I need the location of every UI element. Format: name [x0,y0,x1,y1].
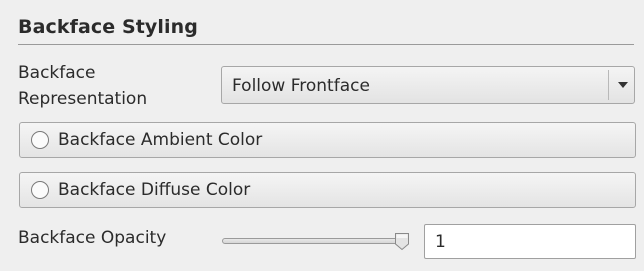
dropdown-separator [608,70,609,100]
backface-opacity-value: 1 [435,232,446,252]
backface-diffuse-color-label: Backface Diffuse Color [58,180,251,200]
backface-opacity-label: Backface Opacity [18,228,167,248]
section-divider [18,44,634,45]
backface-representation-select[interactable]: Follow Frontface [221,66,635,104]
backface-ambient-color-label: Backface Ambient Color [58,130,263,150]
backface-opacity-slider[interactable] [222,232,412,252]
slider-handle[interactable] [394,232,410,251]
color-swatch-radio-icon [31,181,49,199]
chevron-down-icon[interactable] [618,82,628,88]
backface-styling-panel: Backface Styling Backface Representation… [0,0,644,271]
backface-opacity-input[interactable]: 1 [424,224,636,259]
slider-groove [222,238,404,244]
backface-representation-label: Backface Representation [18,63,148,109]
backface-diffuse-color-button[interactable]: Backface Diffuse Color [19,172,636,208]
section-title: Backface Styling [18,16,198,38]
color-swatch-radio-icon [31,131,49,149]
backface-ambient-color-button[interactable]: Backface Ambient Color [19,122,636,158]
backface-representation-value: Follow Frontface [232,76,370,96]
